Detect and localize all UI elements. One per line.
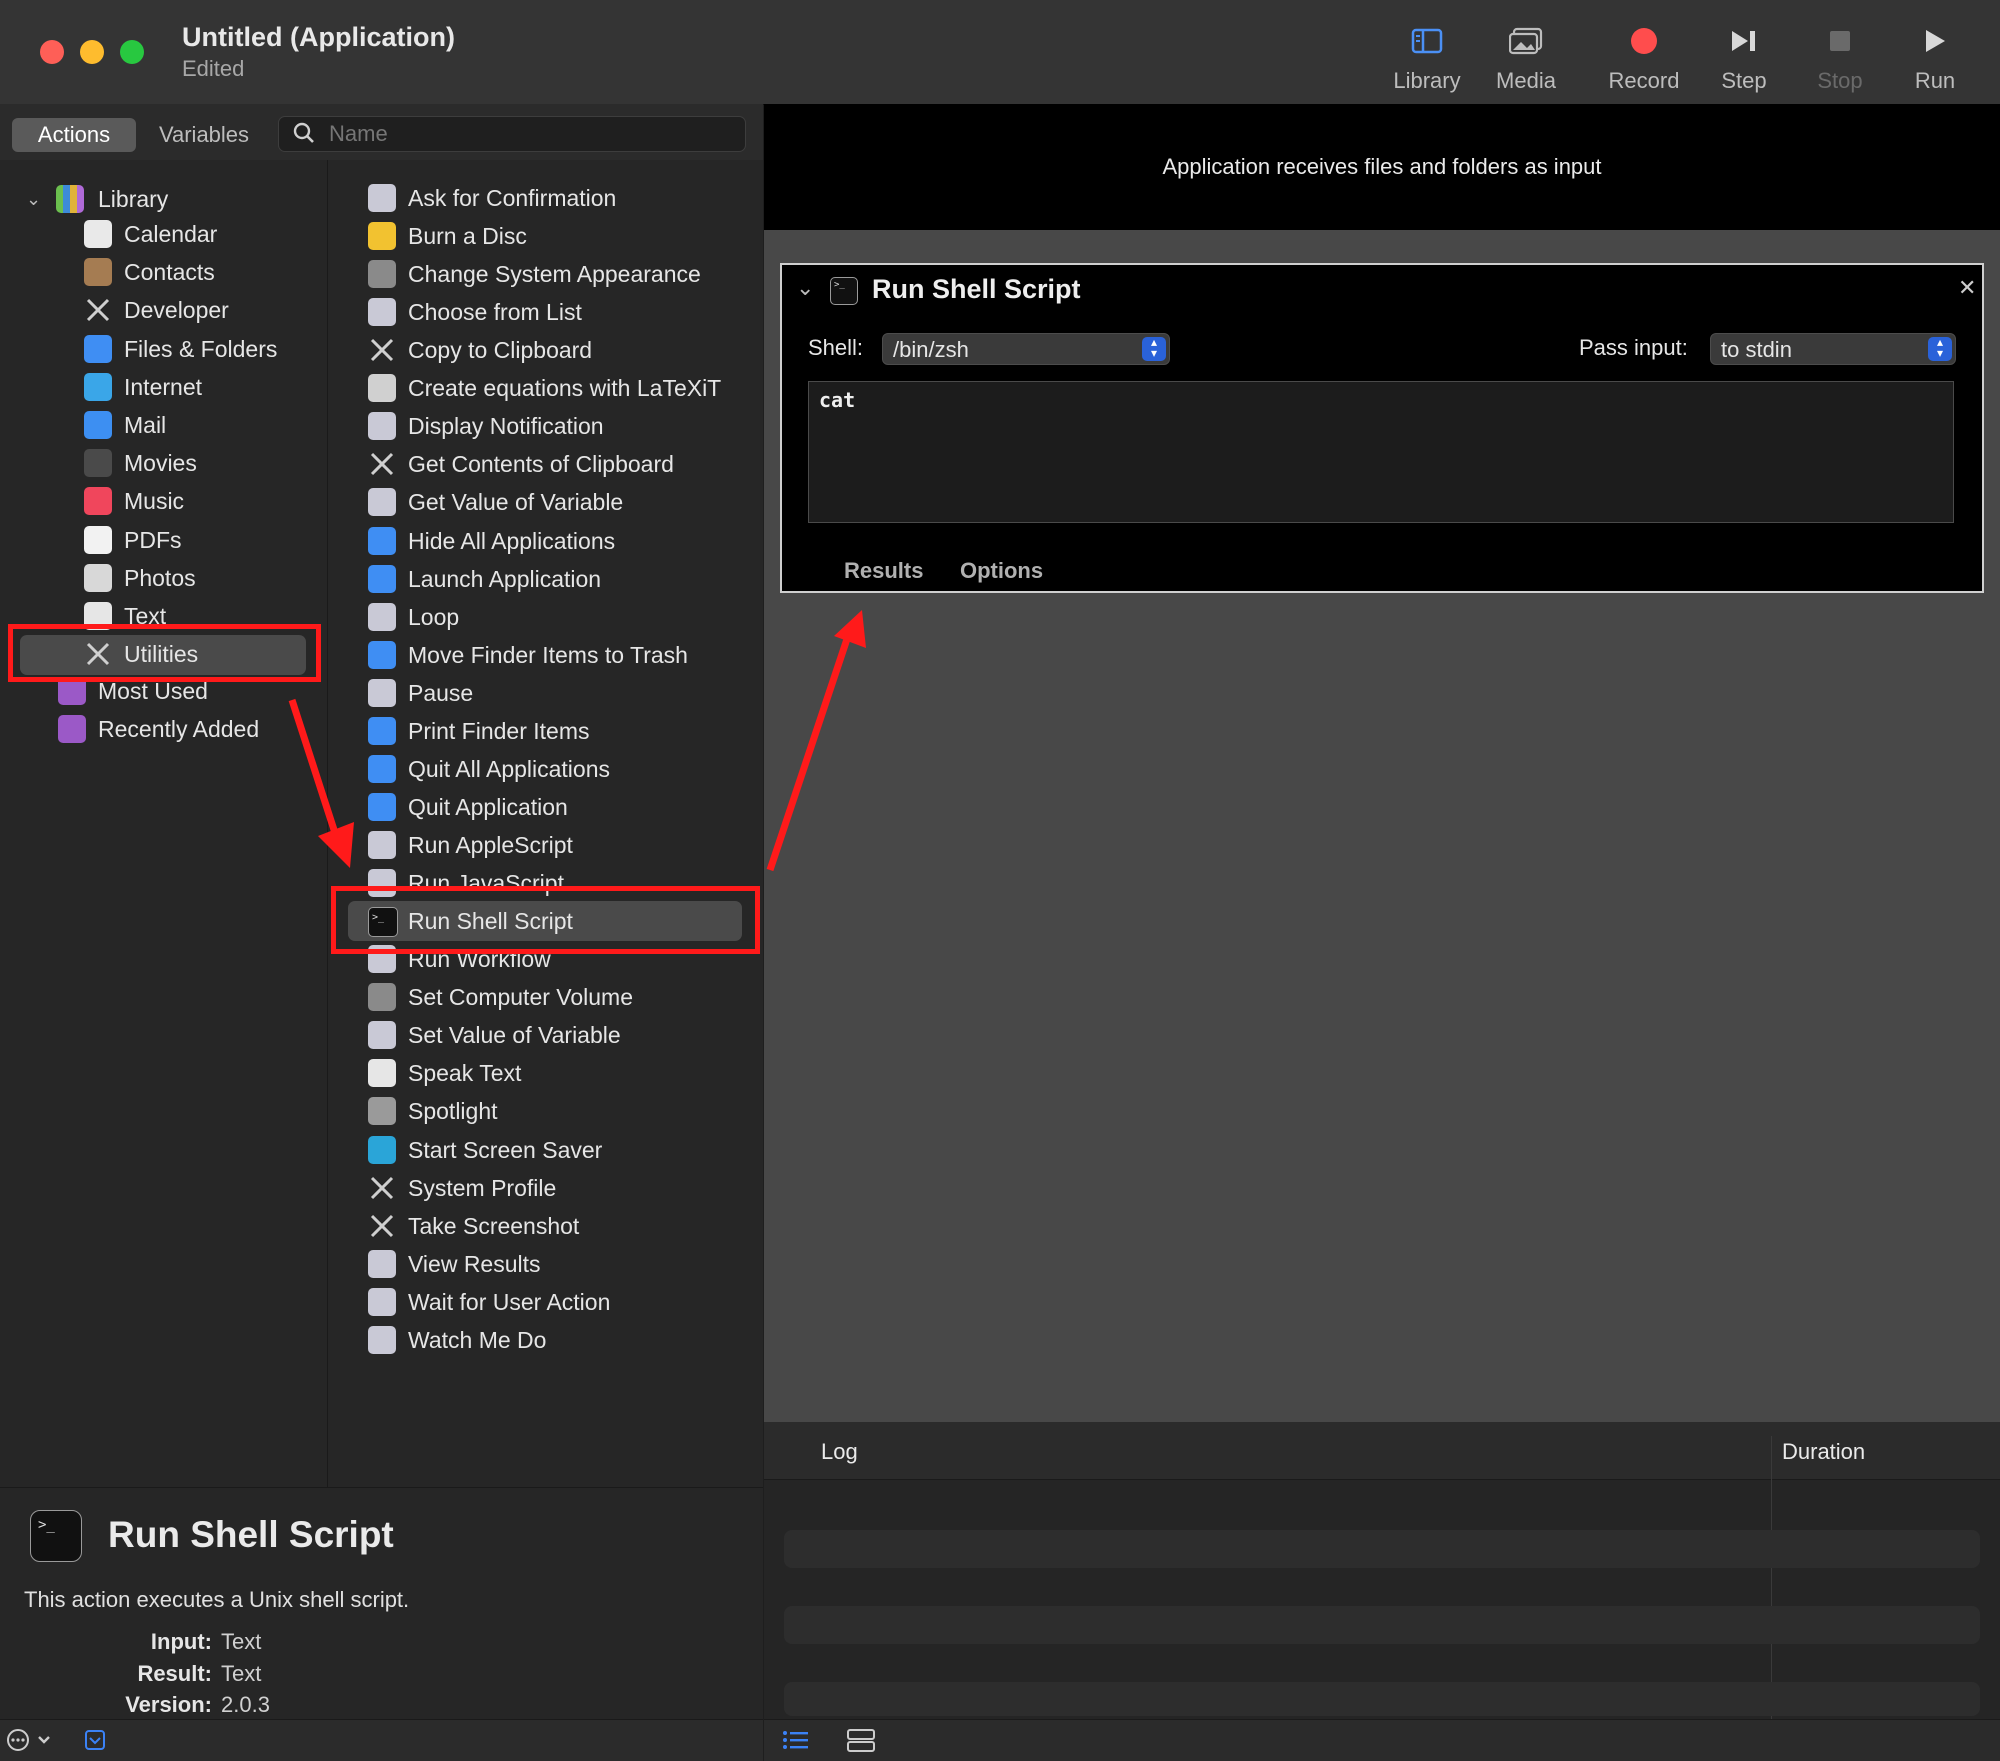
log-panel: Log Duration — [764, 1422, 2000, 1734]
split-view-icon[interactable] — [846, 1728, 876, 1757]
list-view-icon[interactable] — [782, 1728, 810, 1757]
log-row — [784, 1606, 1980, 1644]
annotation-arrow-up — [766, 634, 852, 872]
log-column-header[interactable]: Log — [821, 1439, 858, 1465]
duration-column-header[interactable]: Duration — [1782, 1439, 1865, 1465]
log-row — [784, 1530, 1980, 1568]
arrow-head-up — [834, 610, 866, 648]
log-row — [784, 1682, 1980, 1716]
automator-window: Untitled (Application) Edited Library Me… — [0, 0, 2000, 1761]
right-bottom-bar — [764, 1719, 2000, 1761]
annotation-arrow-down — [288, 698, 340, 838]
